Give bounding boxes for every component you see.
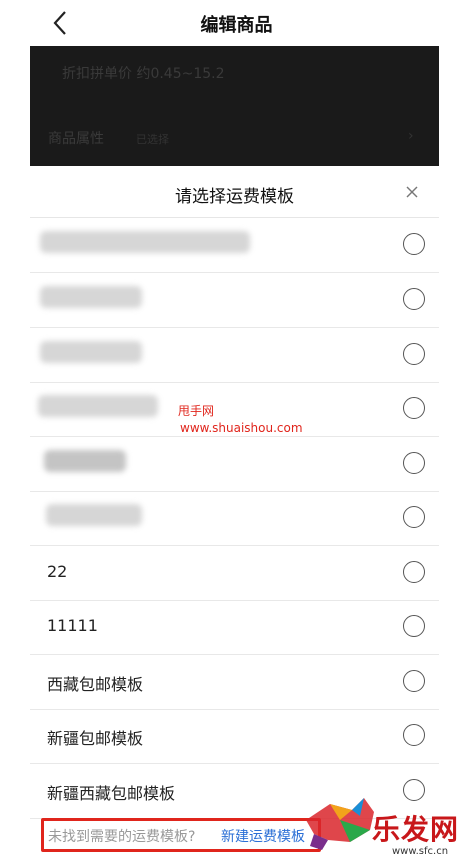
watermark-name: 甩手网 [178, 404, 215, 418]
blurred-label [44, 450, 126, 472]
create-template-link[interactable]: 新建运费模板 [221, 826, 305, 846]
radio-button[interactable] [403, 288, 425, 310]
radio-button[interactable] [403, 343, 425, 365]
blurred-label [40, 286, 142, 308]
attribute-value: 已选择 [136, 133, 169, 146]
radio-button[interactable] [403, 670, 425, 692]
blurred-label [46, 504, 142, 526]
radio-button[interactable] [403, 724, 425, 746]
top-nav-bar: 编辑商品 [0, 0, 473, 46]
blurred-label [40, 231, 250, 253]
blurred-label [40, 341, 142, 363]
shipping-template-sheet: 请选择运费模板 22 11111 西藏包邮模板 新疆包邮模板 新疆西藏包邮模板 [30, 166, 439, 862]
template-option[interactable]: 11111 [30, 600, 439, 655]
template-option-label: 新疆包邮模板 [47, 729, 144, 748]
template-option[interactable] [30, 273, 439, 328]
template-option[interactable] [30, 328, 439, 383]
logo-text: 乐发网 [372, 813, 460, 846]
radio-button[interactable] [403, 615, 425, 637]
template-option[interactable]: 22 [30, 546, 439, 601]
template-option[interactable] [30, 437, 439, 492]
radio-button[interactable] [403, 397, 425, 419]
template-option-label: 新疆西藏包邮模板 [47, 784, 176, 803]
template-option[interactable] [30, 218, 439, 273]
radio-button[interactable] [403, 561, 425, 583]
radio-button[interactable] [403, 506, 425, 528]
sheet-title: 请选择运费模板 [175, 187, 294, 207]
logo-url: www.sfc.cn [392, 846, 449, 857]
radio-button[interactable] [403, 233, 425, 255]
blurred-label [38, 395, 158, 417]
not-found-prompt: 未找到需要的运费模板? [48, 829, 196, 845]
template-option[interactable]: 新疆包邮模板 [30, 709, 439, 764]
template-option[interactable]: 西藏包邮模板 [30, 655, 439, 710]
chevron-right-icon: › [408, 128, 414, 144]
template-option-label: 22 [47, 562, 68, 581]
template-option-label: 11111 [47, 616, 98, 635]
radio-button[interactable] [403, 452, 425, 474]
price-range-text: 折扣拼单价 约0.45~15.2 [62, 66, 225, 82]
template-option-label: 西藏包邮模板 [47, 675, 144, 694]
attribute-label: 商品属性 [48, 131, 104, 147]
watermark-url: www.shuaishou.com [180, 421, 303, 435]
template-option[interactable] [30, 491, 439, 546]
page-title: 编辑商品 [200, 15, 273, 36]
close-icon[interactable] [404, 184, 420, 200]
